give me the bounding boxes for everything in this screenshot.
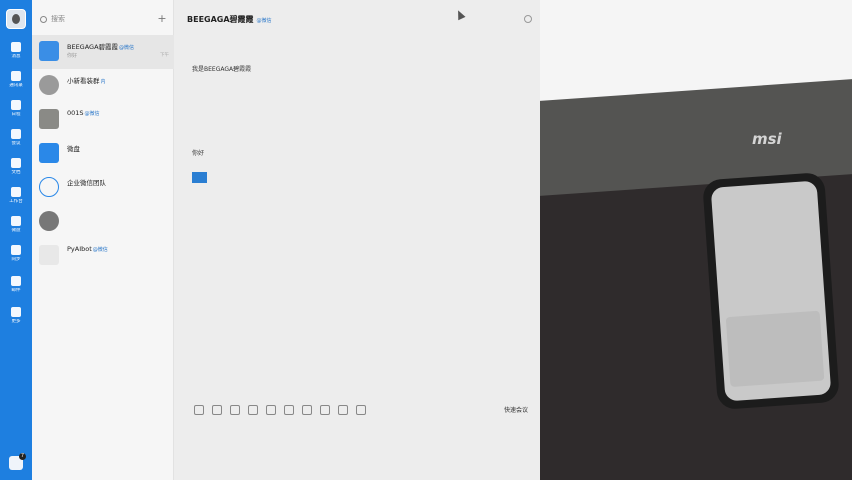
emoji-icon[interactable] <box>194 405 204 415</box>
file-icon[interactable] <box>248 405 258 415</box>
user-avatar[interactable] <box>6 9 26 29</box>
chat-title: BEEGAGA碧霞霞 @微信 <box>187 15 272 24</box>
workbench-icon <box>11 187 21 197</box>
camera-background: msi <box>540 0 852 480</box>
nav-calendar[interactable]: 日程 <box>0 100 32 118</box>
nav-meetings[interactable]: 会议 <box>0 129 32 147</box>
avatar <box>39 75 59 95</box>
conversation-time: 下午 <box>160 53 169 58</box>
screenshot-icon[interactable] <box>212 405 222 415</box>
search-icon <box>40 15 47 23</box>
nav-mail[interactable]: 邮件 <box>0 276 32 294</box>
conversation-name: 微盘 <box>67 145 80 153</box>
nav-drive[interactable]: 微盘 <box>0 216 32 234</box>
profile-icon[interactable] <box>524 15 532 23</box>
conversation-name: PyAIbot@微信 <box>67 245 108 253</box>
message-icon <box>11 42 21 52</box>
contacts-icon <box>11 71 21 81</box>
message: 你好 <box>192 150 205 157</box>
image-icon[interactable] <box>230 405 240 415</box>
nav-sync[interactable]: 同步 <box>0 245 32 263</box>
mail-icon <box>11 276 21 286</box>
avatar <box>39 109 59 129</box>
mouse-cursor <box>454 8 466 21</box>
conversation-item[interactable]: 001S@微信 <box>32 103 174 137</box>
conversation-list: 搜索 + BEEGAGA碧霞霞@微信 你好 下午 小新看装群内 001S@微信 … <box>32 0 174 480</box>
chat-pane: BEEGAGA碧霞霞 @微信 我是BEEGAGA碧霞霞 你好 快速会议 <box>174 0 540 480</box>
conversation-item[interactable]: 微盘 <box>32 137 174 171</box>
conversation-item[interactable]: PyAIbot@微信 <box>32 239 174 273</box>
conversation-name: 小新看装群内 <box>67 77 106 85</box>
conversation-item[interactable]: BEEGAGA碧霞霞@微信 你好 下午 <box>32 35 174 69</box>
conversation-name: 001S@微信 <box>67 109 100 117</box>
conversation-name: BEEGAGA碧霞霞@微信 <box>67 43 135 51</box>
avatar <box>39 41 59 61</box>
conversation-preview: 你好 <box>67 53 78 59</box>
message-bubble <box>192 172 207 183</box>
schedule-icon[interactable] <box>320 405 330 415</box>
nav-more[interactable]: 更多 <box>0 307 32 325</box>
document-icon <box>11 158 21 168</box>
avatar <box>39 245 59 265</box>
input-toolbar <box>194 405 366 415</box>
more-icon <box>11 307 21 317</box>
notification-badge: 7 <box>19 453 26 460</box>
drive-icon <box>11 216 21 226</box>
phone-screen <box>710 180 832 402</box>
phone-icon[interactable] <box>302 405 312 415</box>
meeting-icon <box>11 129 21 139</box>
brand-logo: msi <box>752 130 782 148</box>
history-icon[interactable] <box>338 405 348 415</box>
conversation-item[interactable]: 小新看装群内 <box>32 69 174 103</box>
conversation-item[interactable] <box>32 205 174 239</box>
search-box[interactable]: 搜索 <box>40 12 148 26</box>
phone-keyboard <box>725 310 825 388</box>
more-icon[interactable] <box>356 405 366 415</box>
nav-contacts[interactable]: 通讯录 <box>0 71 32 89</box>
assistant-icon[interactable]: 7 <box>9 453 26 470</box>
search-placeholder: 搜索 <box>51 15 65 23</box>
drive-icon <box>39 143 59 163</box>
calendar-icon <box>11 100 21 110</box>
conversation-item[interactable]: 企业微信团队 <box>32 171 174 205</box>
nav-workbench[interactable]: 工作台 <box>0 187 32 205</box>
message: 我是BEEGAGA碧霞霞 <box>192 66 252 73</box>
nav-rail: 消息 通讯录 日程 会议 文档 工作台 微盘 同步 邮件 更多 7 <box>0 0 32 480</box>
add-icon[interactable]: + <box>156 12 168 26</box>
quick-meeting-button[interactable]: 快速会议 <box>504 405 528 414</box>
folder-icon[interactable] <box>266 405 276 415</box>
avatar <box>39 211 59 231</box>
sync-icon <box>11 245 21 255</box>
nav-docs[interactable]: 文档 <box>0 158 32 176</box>
chat-bubble-icon <box>39 177 59 197</box>
conversation-name: 企业微信团队 <box>67 179 106 187</box>
conversation-name <box>67 211 68 219</box>
nav-messages[interactable]: 消息 <box>0 42 32 60</box>
video-icon[interactable] <box>284 405 294 415</box>
phone <box>702 172 840 410</box>
